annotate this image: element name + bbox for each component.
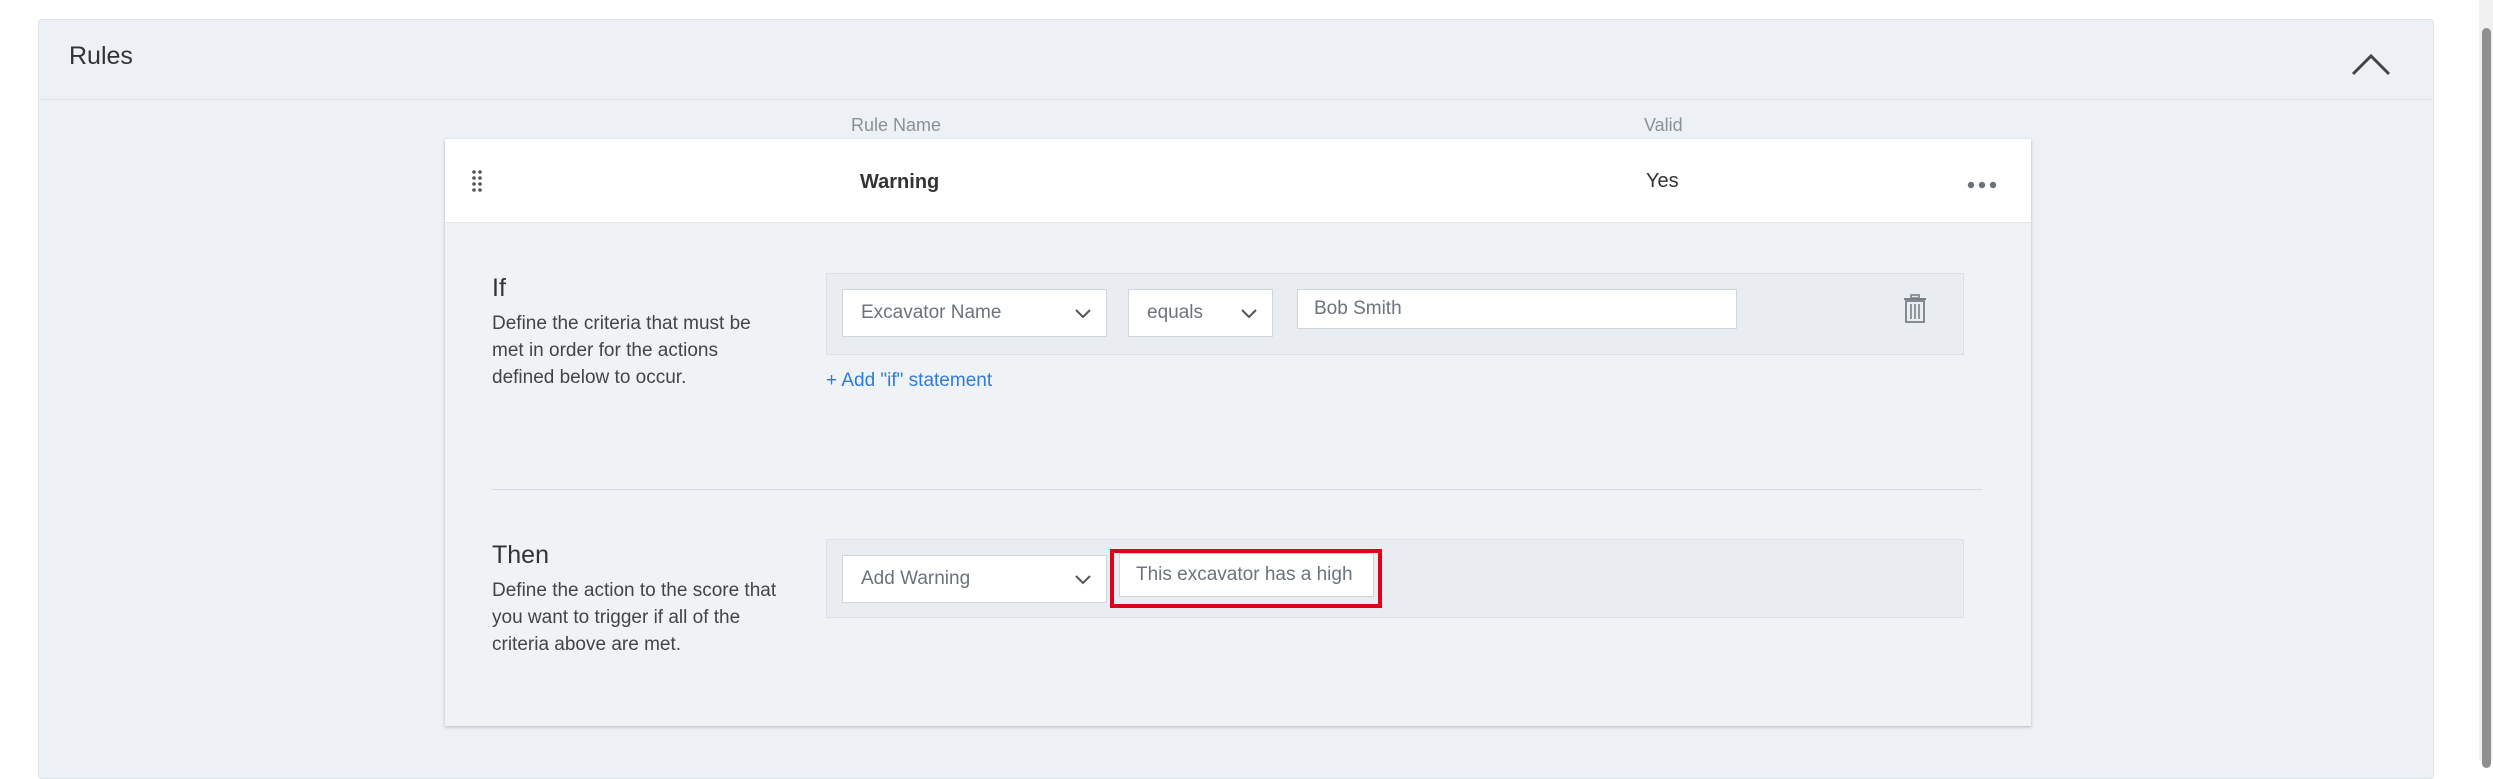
- then-section-description: Define the action to the score that you …: [492, 580, 777, 655]
- more-horizontal-icon: [1967, 181, 1997, 189]
- then-action-box: Add Warning: [826, 539, 1964, 618]
- add-if-statement-link[interactable]: + Add "if" statement: [826, 370, 992, 392]
- trash-icon: [1904, 294, 1926, 323]
- panel-title: Rules: [69, 42, 133, 70]
- chevron-down-icon: [1075, 309, 1091, 319]
- if-section-description: Define the criteria that must be met in …: [492, 313, 751, 388]
- field-select-value: Excavator Name: [861, 302, 1002, 323]
- operator-select-value: equals: [1147, 302, 1203, 323]
- action-select-value: Add Warning: [861, 568, 971, 589]
- chevron-down-icon: [1075, 575, 1091, 585]
- operator-select[interactable]: equals: [1128, 289, 1273, 337]
- delete-criteria-button[interactable]: [1903, 294, 1927, 324]
- then-section-title: Then: [492, 541, 549, 569]
- rule-valid-status: Yes: [1646, 170, 1679, 192]
- if-section-title: If: [492, 274, 506, 302]
- warning-message-input[interactable]: [1119, 553, 1374, 597]
- more-options-button[interactable]: [1967, 177, 1997, 189]
- chevron-up-icon: [2351, 53, 2391, 76]
- section-divider: [492, 489, 1982, 490]
- panel-header: Rules: [39, 20, 2433, 100]
- rule-row[interactable]: Warning Yes: [445, 139, 2031, 223]
- collapse-button[interactable]: [2347, 46, 2395, 80]
- chevron-down-icon: [1241, 309, 1257, 319]
- drag-handle-icon[interactable]: [471, 169, 483, 193]
- valid-column-header: Valid: [1644, 115, 1683, 135]
- criteria-value-input[interactable]: [1297, 289, 1737, 329]
- action-select[interactable]: Add Warning: [842, 555, 1107, 603]
- rule-card: Warning Yes If Define the criteria that …: [445, 139, 2031, 726]
- field-select[interactable]: Excavator Name: [842, 289, 1107, 337]
- scrollbar-thumb[interactable]: [2482, 28, 2491, 768]
- rule-name: Warning: [860, 171, 940, 193]
- if-criteria-box: Excavator Name equals: [826, 273, 1964, 355]
- rule-name-column-header: Rule Name: [851, 115, 942, 135]
